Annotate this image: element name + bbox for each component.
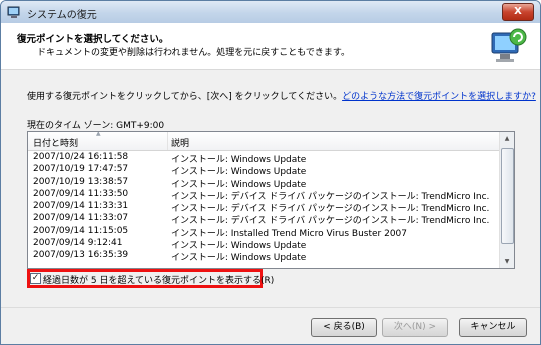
column-header-date[interactable]: 日付と時刻 bbox=[33, 136, 78, 149]
table-row[interactable]: 2007/09/14 11:15:05 インストール: Installed Tre… bbox=[28, 225, 500, 239]
wizard-footer: < 戻る(B) 次へ(N) > キャンセル bbox=[1, 307, 540, 344]
window-title: システムの復元 bbox=[27, 10, 97, 21]
instruction-label: 使用する復元ポイントをクリックしてから、[次へ] をクリックしてください。 bbox=[27, 92, 343, 102]
row-date: 2007/10/19 17:47:57 bbox=[33, 164, 129, 175]
row-date: 2007/09/14 9:12:41 bbox=[33, 238, 123, 249]
row-description: インストール: Windows Update bbox=[171, 253, 307, 264]
column-header-description[interactable]: 説明 bbox=[171, 136, 189, 149]
scrollbar-thumb[interactable] bbox=[501, 148, 514, 244]
table-row[interactable]: 2007/09/14 11:33:07 インストール: デバイス ドライバ パッケ… bbox=[28, 212, 500, 226]
checkmark-icon: ✓ bbox=[31, 273, 40, 283]
system-restore-app-icon bbox=[7, 6, 20, 18]
restore-points-table[interactable]: 日付と時刻 ▲ 説明 2007/10/24 16:11:58 インストール: Wi… bbox=[27, 131, 515, 269]
help-link[interactable]: どのような方法で復元ポイントを選択しますか? bbox=[342, 92, 536, 102]
scroll-up-arrow-icon[interactable]: ▲ bbox=[501, 132, 513, 145]
close-button[interactable]: X bbox=[502, 3, 534, 21]
wizard-header: 復元ポイントを選択してください。 ドキュメントの変更や削除は行われません。処理を… bbox=[1, 23, 540, 70]
table-row[interactable]: 2007/09/13 16:35:39 インストール: Windows Updat… bbox=[28, 249, 500, 264]
title-bar[interactable]: システムの復元 X bbox=[1, 1, 540, 23]
sort-arrow-icon: ▲ bbox=[96, 131, 101, 137]
table-row[interactable]: 2007/10/24 16:11:58 インストール: Windows Updat… bbox=[28, 151, 500, 165]
next-button[interactable]: 次へ(N) > bbox=[382, 318, 448, 337]
system-restore-window: システムの復元 X 復元ポイントを選択してください。 ドキュメントの変更や削除は… bbox=[0, 0, 541, 345]
page-subtitle: ドキュメントの変更や削除は行われません。処理を元に戻すこともできます。 bbox=[37, 48, 351, 58]
table-row[interactable]: 2007/09/14 11:33:50 インストール: デバイス ドライバ パッケ… bbox=[28, 188, 500, 202]
page-title: 復元ポイントを選択してください。 bbox=[17, 34, 169, 45]
show-older-points-checkbox[interactable]: ✓ bbox=[30, 273, 41, 284]
table-body: 2007/10/24 16:11:58 インストール: Windows Updat… bbox=[28, 151, 500, 264]
back-button[interactable]: < 戻る(B) bbox=[311, 318, 377, 337]
row-date: 2007/09/14 11:33:31 bbox=[33, 201, 129, 212]
row-date: 2007/09/13 16:35:39 bbox=[33, 250, 129, 261]
row-date: 2007/09/14 11:15:05 bbox=[33, 225, 129, 236]
column-divider[interactable] bbox=[167, 132, 168, 150]
close-icon: X bbox=[514, 6, 522, 17]
row-date: 2007/10/24 16:11:58 bbox=[33, 152, 129, 162]
table-row[interactable]: 2007/09/14 11:33:31 インストール: デバイス ドライバ パッケ… bbox=[28, 200, 500, 214]
table-row[interactable]: 2007/10/19 17:47:57 インストール: Windows Updat… bbox=[28, 163, 500, 177]
vertical-scrollbar[interactable]: ▲ ▼ bbox=[499, 132, 514, 268]
cancel-button[interactable]: キャンセル bbox=[459, 318, 527, 337]
scroll-down-arrow-icon[interactable]: ▼ bbox=[501, 255, 513, 268]
table-row[interactable]: 2007/10/19 13:38:57 インストール: Windows Updat… bbox=[28, 176, 500, 190]
instruction-text: 使用する復元ポイントをクリックしてから、[次へ] をクリックしてください。どのよ… bbox=[27, 89, 536, 102]
timezone-label: 現在のタイム ゾーン: GMT+9:00 bbox=[27, 121, 165, 131]
row-date: 2007/10/19 13:38:57 bbox=[33, 176, 129, 187]
table-header: 日付と時刻 ▲ 説明 bbox=[28, 132, 500, 151]
row-date: 2007/09/14 11:33:07 bbox=[33, 213, 129, 224]
show-older-points-label[interactable]: 経過日数が 5 日を超えている復元ポイントを表示する(R) bbox=[43, 273, 274, 286]
table-row[interactable]: 2007/09/14 9:12:41 インストール: Windows Update bbox=[28, 237, 500, 251]
system-restore-icon bbox=[491, 28, 527, 62]
row-date: 2007/09/14 11:33:50 bbox=[33, 188, 129, 199]
